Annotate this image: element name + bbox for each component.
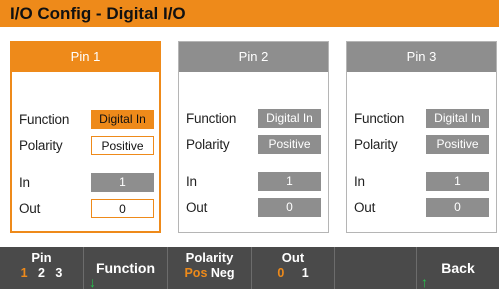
pin-2-header: Pin 2 xyxy=(179,42,328,72)
pin-3-out-field[interactable]: 0 xyxy=(426,198,489,217)
in-label: In xyxy=(186,174,197,189)
function-label: Function xyxy=(186,111,237,126)
polarity-softkey[interactable]: Polarity Pos Neg xyxy=(168,247,252,289)
function-label: Function xyxy=(19,112,70,127)
in-label: In xyxy=(19,175,30,190)
pin-1-panel[interactable]: Pin 1 Function Digital In Polarity Posit… xyxy=(10,41,161,233)
in-label: In xyxy=(354,174,365,189)
pin-2-in-value: 1 xyxy=(258,172,321,191)
out-option-0: 0 xyxy=(277,266,285,280)
back-softkey[interactable]: Back xyxy=(417,247,499,289)
pin-3-panel[interactable]: Pin 3 Function Digital In Polarity Posit… xyxy=(346,41,497,233)
pin-3-header: Pin 3 xyxy=(347,42,496,72)
out-option-1: 1 xyxy=(301,266,309,280)
function-softkey-label: Function xyxy=(95,260,156,276)
pin-3-function-field[interactable]: Digital In xyxy=(426,109,489,128)
out-softkey-label: Out xyxy=(281,250,305,265)
pin-1-polarity-field[interactable]: Positive xyxy=(91,136,154,155)
polarity-softkey-label: Polarity xyxy=(185,250,234,265)
pin-3-in-value: 1 xyxy=(426,172,489,191)
polarity-option-pos: Pos xyxy=(184,266,208,280)
polarity-label: Polarity xyxy=(354,137,398,152)
out-label: Out xyxy=(354,200,376,215)
pin-2-out-field[interactable]: 0 xyxy=(258,198,321,217)
polarity-label: Polarity xyxy=(19,138,63,153)
softkey-bar: Pin 1 2 3 Function Polarity Pos Neg Out … xyxy=(0,247,499,289)
blank-softkey[interactable] xyxy=(335,247,417,289)
pin-2-panel[interactable]: Pin 2 Function Digital In Polarity Posit… xyxy=(178,41,329,233)
arrow-up-icon: ↑ xyxy=(421,274,428,290)
pin-3-polarity-field[interactable]: Positive xyxy=(426,135,489,154)
pin-option-1: 1 xyxy=(20,266,28,280)
pin-1-in-value: 1 xyxy=(91,173,154,192)
polarity-option-neg: Neg xyxy=(210,266,235,280)
pin-softkey[interactable]: Pin 1 2 3 xyxy=(0,247,84,289)
out-softkey[interactable]: Out 0 1 xyxy=(252,247,335,289)
pin-2-polarity-field[interactable]: Positive xyxy=(258,135,321,154)
arrow-down-icon: ↓ xyxy=(89,274,96,290)
pin-softkey-label: Pin xyxy=(31,250,52,265)
pin-1-function-field[interactable]: Digital In xyxy=(91,110,154,129)
polarity-label: Polarity xyxy=(186,137,230,152)
pin-2-function-field[interactable]: Digital In xyxy=(258,109,321,128)
pin-option-2: 2 xyxy=(38,266,45,280)
out-label: Out xyxy=(186,200,208,215)
window-title: I/O Config - Digital I/O xyxy=(0,0,499,27)
pin-option-3: 3 xyxy=(55,266,63,280)
function-softkey[interactable]: Function xyxy=(84,247,168,289)
pin-1-out-field[interactable]: 0 xyxy=(91,199,154,218)
pin-1-header: Pin 1 xyxy=(12,42,159,72)
function-label: Function xyxy=(354,111,405,126)
out-label: Out xyxy=(19,201,41,216)
back-softkey-label: Back xyxy=(441,260,475,276)
